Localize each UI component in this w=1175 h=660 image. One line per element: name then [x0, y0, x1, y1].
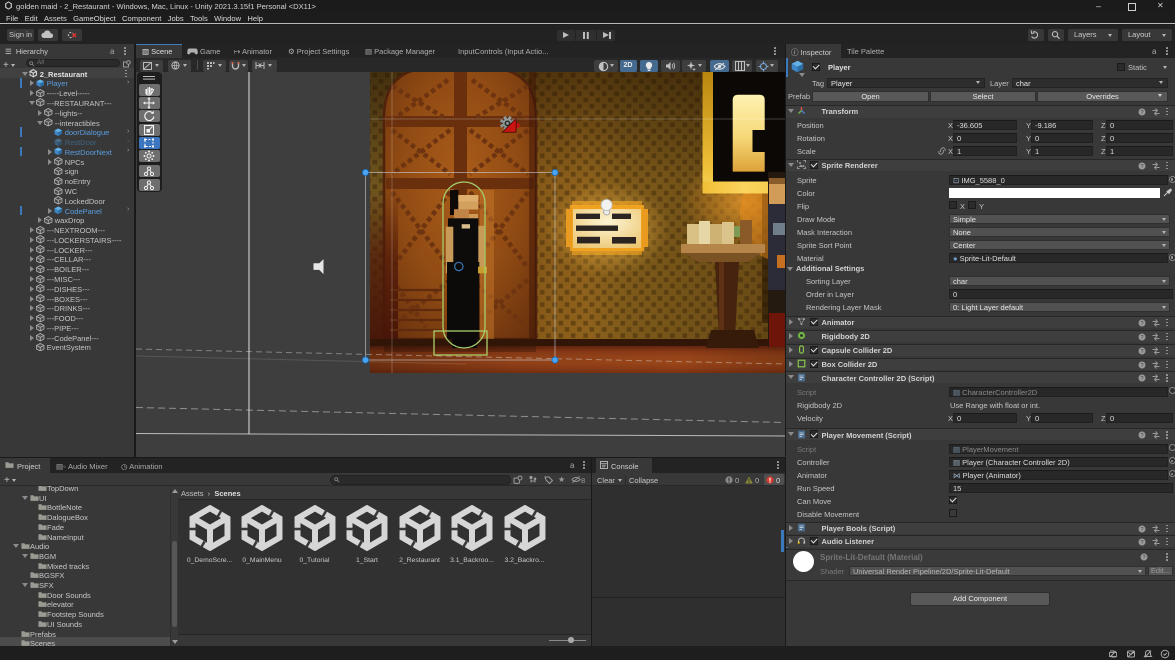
svg-text:?: ?	[1140, 363, 1143, 369]
svg-text:?: ?	[1140, 527, 1143, 533]
svg-text:?: ?	[1140, 376, 1143, 382]
svg-text:?: ?	[1140, 433, 1143, 439]
svg-text:?: ?	[1140, 349, 1143, 355]
svg-text:?: ?	[1140, 164, 1143, 170]
svg-text:?: ?	[1140, 321, 1143, 327]
svg-text:?: ?	[1140, 540, 1143, 546]
svg-text:?: ?	[1142, 555, 1145, 561]
svg-text:?: ?	[1140, 110, 1143, 116]
svg-text:?: ?	[1140, 335, 1143, 341]
